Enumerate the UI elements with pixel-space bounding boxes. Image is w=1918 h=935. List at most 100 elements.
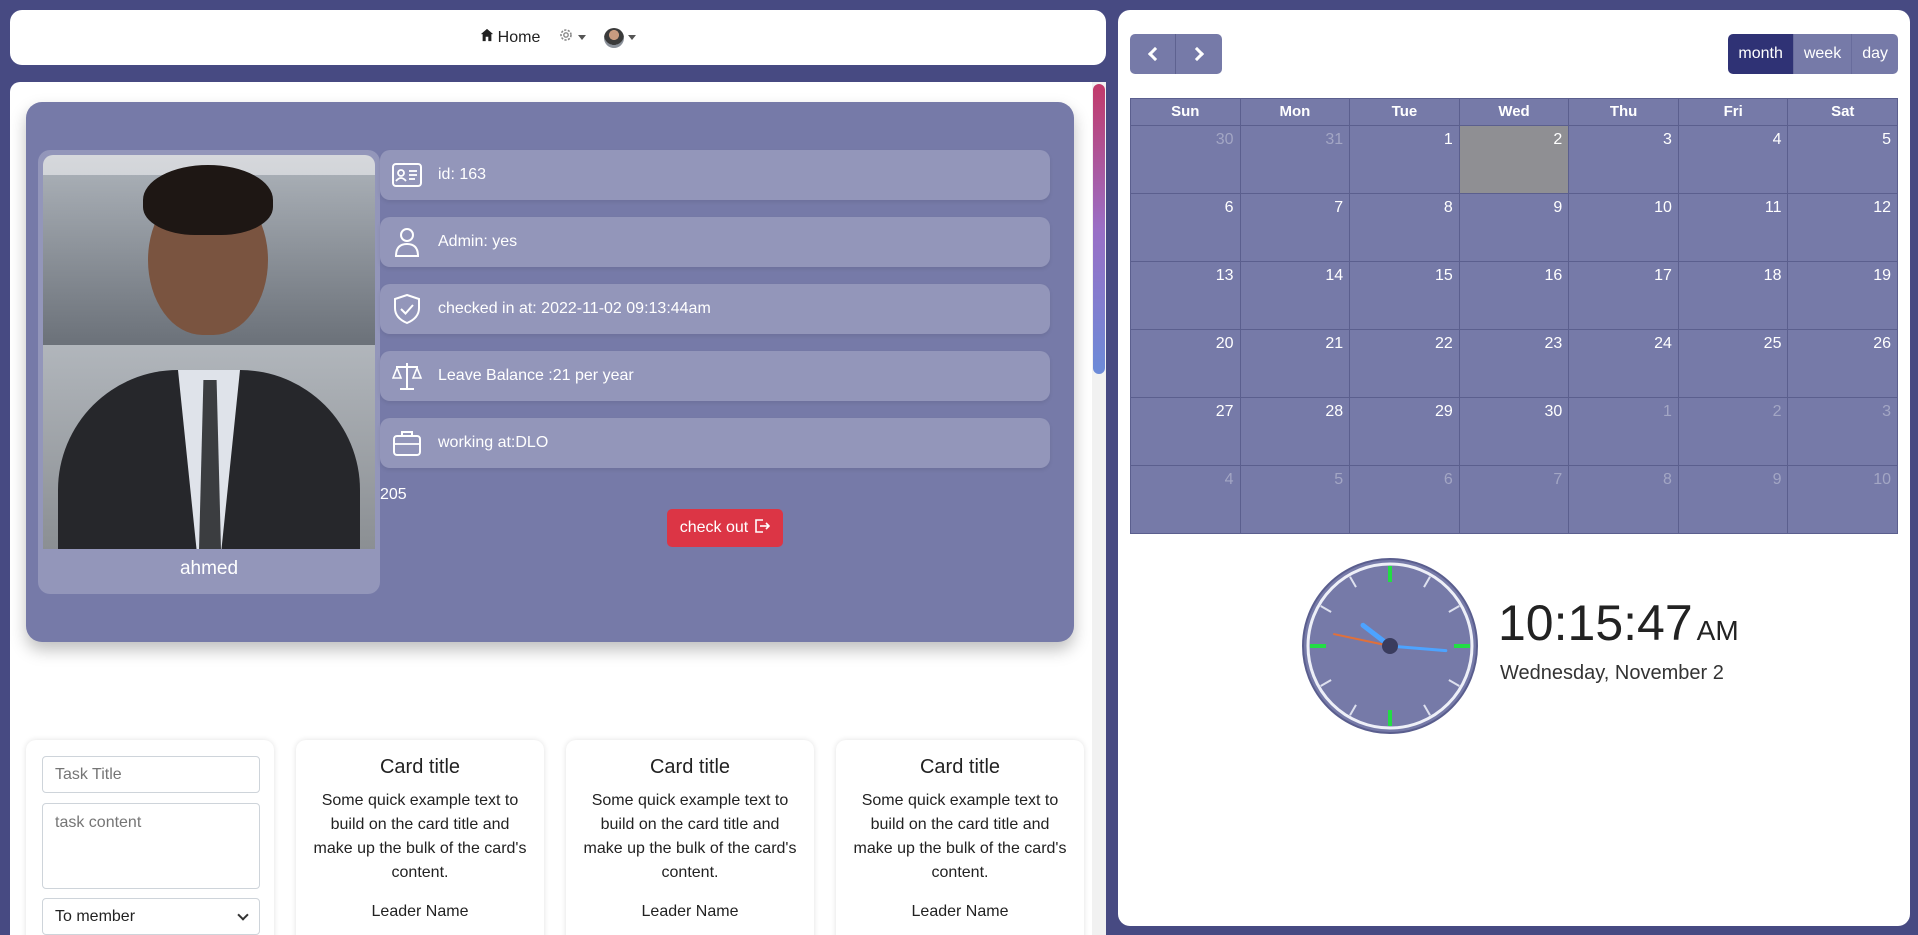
calendar-day[interactable]: 8 — [1350, 194, 1460, 261]
check-out-label: check out — [679, 519, 749, 536]
scale-icon — [390, 361, 424, 391]
task-card[interactable]: Card title Some quick example text to bu… — [566, 740, 814, 935]
calendar-week-row: 30 31 1 2 3 4 5 — [1131, 125, 1897, 193]
avatar — [604, 27, 625, 48]
id-card-icon — [390, 160, 424, 190]
analog-clock — [1300, 556, 1480, 736]
member-select[interactable]: To member — [42, 898, 260, 935]
calendar-day[interactable]: 31 — [1241, 126, 1351, 193]
calendar-day[interactable]: 13 — [1131, 262, 1241, 329]
calendar-day[interactable]: 17 — [1569, 262, 1679, 329]
calendar-day[interactable]: 19 — [1788, 262, 1897, 329]
chevron-left-icon — [1147, 46, 1162, 62]
chevron-right-icon — [1189, 46, 1205, 62]
clock-date: Wednesday, November 2 — [1500, 662, 1724, 684]
calendar-day[interactable]: 16 — [1460, 262, 1570, 329]
profile-card: ahmed id: 163 Admin: yes checked in at: … — [26, 102, 1074, 642]
view-month-button[interactable]: month — [1728, 34, 1794, 74]
gear-icon — [558, 27, 574, 48]
digital-clock: 10:15:47 AM — [1498, 594, 1739, 652]
calendar-day[interactable]: 27 — [1131, 398, 1241, 465]
record-count: 205 — [380, 486, 407, 503]
person-icon — [390, 227, 424, 257]
calendar-day[interactable]: 7 — [1241, 194, 1351, 261]
calendar-day[interactable]: 28 — [1241, 398, 1351, 465]
calendar-day[interactable]: 23 — [1460, 330, 1570, 397]
calendar-day[interactable]: 24 — [1569, 330, 1679, 397]
calendar-day[interactable]: 8 — [1569, 466, 1679, 533]
card-text: Some quick example text to build on the … — [313, 792, 527, 881]
card-leader: Leader Name — [641, 903, 739, 920]
scrollbar[interactable] — [1092, 82, 1106, 935]
calendar-day[interactable]: 25 — [1679, 330, 1789, 397]
briefcase-icon — [390, 428, 424, 458]
profile-photo — [43, 155, 375, 549]
calendar-day[interactable]: 20 — [1131, 330, 1241, 397]
top-navbar: Home — [10, 10, 1106, 65]
calendar-day[interactable]: 1 — [1569, 398, 1679, 465]
chevron-down-icon — [578, 35, 587, 40]
user-dropdown[interactable] — [604, 27, 637, 48]
calendar-day[interactable]: 4 — [1131, 466, 1241, 533]
task-title-input[interactable] — [42, 756, 260, 793]
calendar-day[interactable]: 26 — [1788, 330, 1897, 397]
calendar-day[interactable]: 7 — [1460, 466, 1570, 533]
chevron-down-icon — [628, 35, 637, 40]
weekday-label: Sat — [1831, 103, 1855, 120]
calendar-day[interactable]: 3 — [1788, 398, 1897, 465]
calendar-day[interactable]: 5 — [1241, 466, 1351, 533]
sign-out-icon — [754, 518, 771, 539]
info-row-admin: Admin: yes — [380, 217, 1050, 267]
nav-home-link[interactable]: Home — [480, 28, 540, 47]
info-row-workplace: working at:DLO — [380, 418, 1050, 468]
calendar-day[interactable]: 1 — [1350, 126, 1460, 193]
task-card[interactable]: Card title Some quick example text to bu… — [296, 740, 544, 935]
shield-check-icon — [390, 294, 424, 324]
task-card[interactable]: Card title Some quick example text to bu… — [836, 740, 1084, 935]
task-form: To member — [26, 740, 274, 935]
view-day-button[interactable]: day — [1852, 34, 1898, 74]
calendar-day[interactable]: 4 — [1679, 126, 1789, 193]
profile-info-list: id: 163 Admin: yes checked in at: 2022-1… — [380, 150, 1050, 485]
calendar-day[interactable]: 9 — [1460, 194, 1570, 261]
weekday-label: Fri — [1679, 99, 1789, 125]
settings-dropdown[interactable] — [558, 27, 587, 48]
calendar-day[interactable]: 9 — [1679, 466, 1789, 533]
calendar-day[interactable]: 14 — [1241, 262, 1351, 329]
check-out-button[interactable]: check out — [667, 509, 783, 547]
info-text: Admin: yes — [438, 233, 518, 250]
calendar-prev-button[interactable] — [1130, 34, 1176, 74]
scroll-thumb[interactable] — [1093, 84, 1105, 374]
member-select-value: To member — [55, 907, 136, 925]
calendar-day-today[interactable]: 2 — [1459, 126, 1570, 193]
task-cards-row: To member Card title Some quick example … — [26, 740, 1086, 935]
calendar-day[interactable]: 11 — [1679, 194, 1789, 261]
calendar-day[interactable]: 6 — [1131, 194, 1241, 261]
calendar-day[interactable]: 22 — [1350, 330, 1460, 397]
card-text: Some quick example text to build on the … — [583, 792, 797, 881]
task-content-input[interactable] — [42, 803, 260, 889]
calendar-day[interactable]: 15 — [1350, 262, 1460, 329]
profile-photo-card: ahmed — [38, 150, 380, 594]
calendar-day[interactable]: 18 — [1679, 262, 1789, 329]
calendar-panel: month week day Sun Mon Tue Wed Thu Fri Sat 30 3… — [1118, 10, 1910, 926]
view-week-button[interactable]: week — [1793, 34, 1853, 74]
calendar-day[interactable]: 12 — [1788, 194, 1897, 261]
calendar-day[interactable]: 2 — [1679, 398, 1789, 465]
calendar-day[interactable]: 21 — [1241, 330, 1351, 397]
calendar-day[interactable]: 3 — [1569, 126, 1679, 193]
calendar-week-row: 13 14 15 16 17 18 19 — [1131, 261, 1897, 329]
calendar-day[interactable]: 10 — [1569, 194, 1679, 261]
info-text: id: 163 — [438, 166, 487, 183]
calendar-week-row: 6 7 8 9 10 11 12 — [1131, 193, 1897, 261]
calendar-day[interactable]: 30 — [1460, 398, 1570, 465]
calendar-day[interactable]: 6 — [1350, 466, 1460, 533]
calendar-week-row: 27 28 29 30 1 2 3 — [1131, 397, 1897, 465]
calendar-day[interactable]: 30 — [1131, 126, 1241, 193]
card-title: Card title — [379, 756, 461, 778]
calendar-next-button[interactable] — [1176, 34, 1222, 74]
card-title: Card title — [649, 756, 731, 778]
calendar-day[interactable]: 29 — [1350, 398, 1460, 465]
calendar-day[interactable]: 10 — [1788, 466, 1897, 533]
calendar-day[interactable]: 5 — [1788, 126, 1897, 193]
